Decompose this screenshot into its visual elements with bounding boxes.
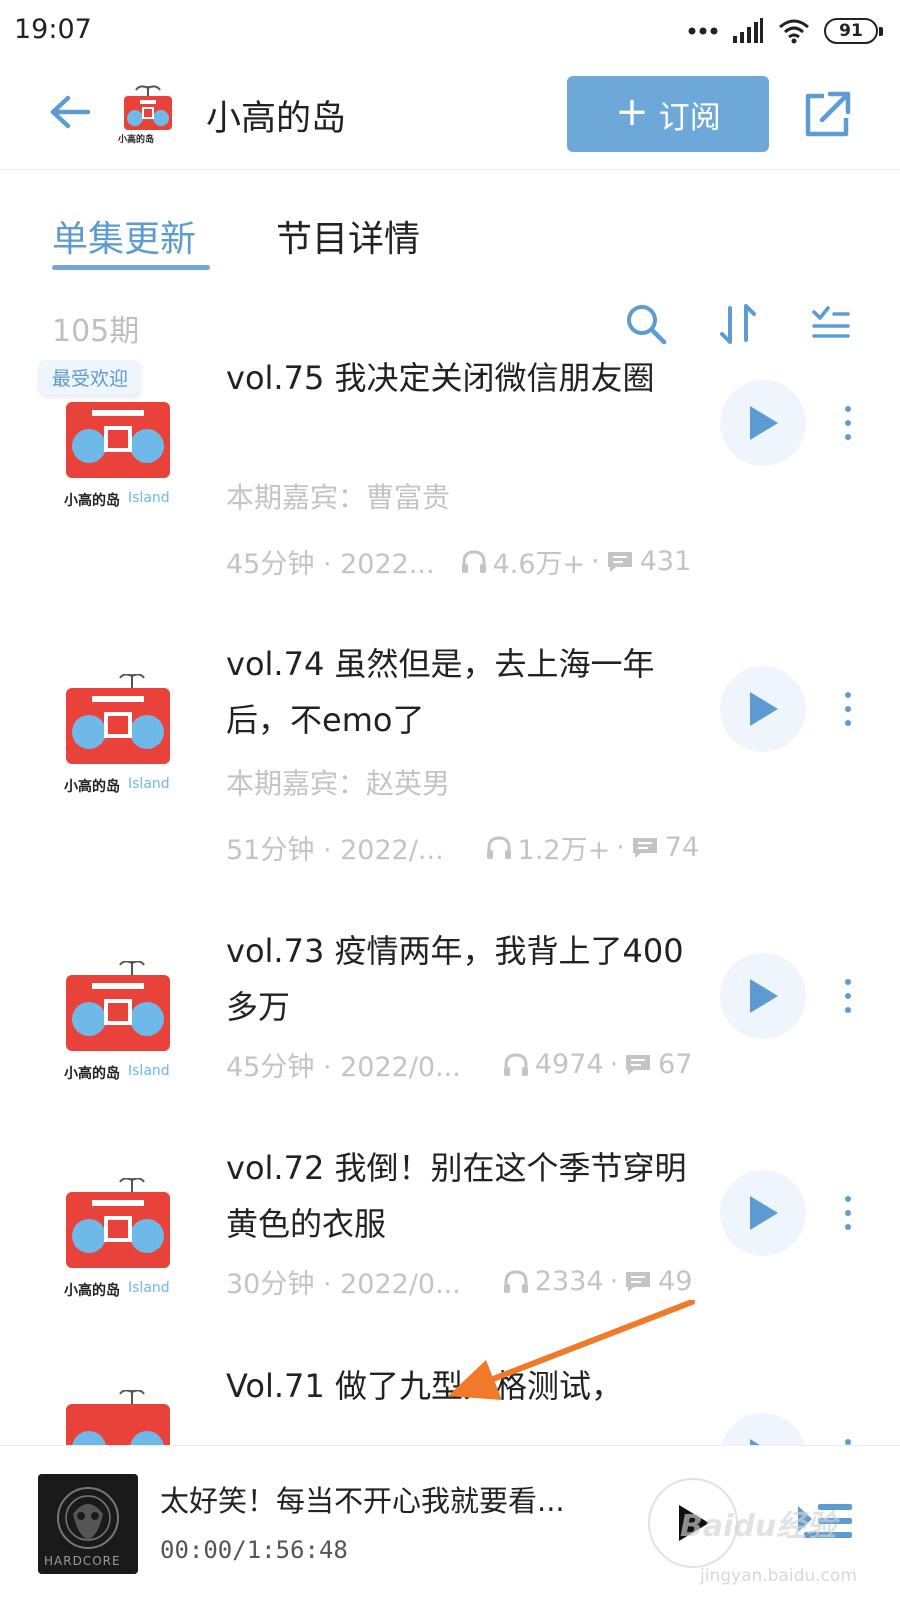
cover-text: HARDCORE: [44, 1554, 121, 1568]
podcast-logo: 小高的岛: [118, 82, 178, 145]
cover-logo-text: 小高的岛: [64, 493, 120, 509]
episode-duration-date: 51分钟 · 2022/...: [226, 835, 444, 866]
sort-icon[interactable]: [714, 300, 762, 348]
status-icons: 91: [688, 14, 883, 48]
episode-guest: 本期嘉宾：赵英男: [226, 767, 451, 800]
episode-guest: 本期嘉宾：曹富贵: [226, 481, 451, 514]
episode-plays: 4.6万+: [492, 549, 586, 580]
podcast-title: 小高的岛: [206, 99, 347, 139]
play-icon: [750, 406, 778, 440]
episode-list: 最受欢迎 小高的岛 Island vol.75 我决定关闭微信朋友圈 本期嘉宾：…: [0, 360, 900, 1445]
header: 小高的岛 小高的岛 + 订阅: [0, 62, 900, 170]
episode-meta: 45分钟 · 2022... 4.6万+ · 431: [226, 542, 691, 581]
cover-logo-text: 小高的岛: [64, 1066, 120, 1082]
more-options-button[interactable]: [836, 966, 860, 1026]
episode-duration-date: 45分钟 · 2022/0...: [226, 1052, 461, 1083]
watermark-sub: jingyan.baidu.com: [700, 1566, 857, 1586]
now-playing-cover: HARDCORE: [38, 1474, 138, 1574]
play-button[interactable]: [720, 666, 806, 752]
episode-title: vol.75 我决定关闭微信朋友圈: [226, 360, 655, 397]
play-button[interactable]: [720, 953, 806, 1039]
headphones-icon: [486, 835, 511, 859]
episode-cover: 小高的岛 Island: [62, 960, 174, 1091]
dots-icon: [688, 27, 718, 35]
status-time: 19:07: [14, 14, 92, 45]
cover-logo-text: 小高的岛: [64, 1283, 120, 1299]
now-playing-title: 太好笑！每当不开心我就要看...: [160, 1484, 565, 1518]
signal-icon: [733, 18, 763, 43]
episode-title: vol.73 疫情两年，我背上了400多万: [226, 932, 684, 1026]
play-button[interactable]: [720, 380, 806, 466]
episode-item[interactable]: 最受欢迎 小高的岛 Island vol.75 我决定关闭微信朋友圈 本期嘉宾：…: [0, 360, 900, 620]
episode-count: 105期: [52, 314, 140, 349]
episode-cover: 小高的岛 Island: [62, 1177, 174, 1308]
episode-comments: 67: [658, 1049, 693, 1080]
more-options-button[interactable]: [836, 1426, 860, 1445]
comment-icon: [632, 837, 657, 858]
cover-logo-island: Island: [128, 1063, 170, 1079]
battery-icon: 91: [824, 18, 883, 44]
episode-duration-date: 30分钟 · 2022/0...: [226, 1269, 461, 1300]
headphones-icon: [503, 1052, 528, 1076]
play-icon: [750, 692, 778, 726]
cover-logo-island: Island: [128, 776, 170, 792]
episode-meta: 30分钟 · 2022/0... 2334 · 49: [226, 1262, 693, 1301]
tab-bar: 单集更新 节目详情: [0, 170, 900, 280]
episode-plays: 1.2万+: [517, 835, 611, 866]
arrow-left-icon: [50, 95, 91, 129]
headphones-icon: [461, 549, 486, 573]
play-button[interactable]: [720, 1170, 806, 1256]
back-button[interactable]: [44, 86, 96, 138]
episode-duration-date: 45分钟 · 2022...: [226, 549, 435, 580]
more-options-button[interactable]: [836, 393, 860, 453]
comment-icon: [607, 551, 632, 572]
share-button[interactable]: [800, 86, 856, 142]
annotation-arrow: [448, 1300, 695, 1400]
play-icon: [750, 1439, 760, 1445]
episode-comments: 431: [639, 546, 692, 577]
tab-active-indicator: [52, 265, 210, 270]
episode-title: vol.74 虽然但是，去上海一年后，不emo了: [226, 645, 655, 739]
cover-logo-island: Island: [128, 490, 170, 506]
plus-icon: +: [615, 89, 649, 135]
episode-cover: [62, 1389, 174, 1445]
popular-badge: 最受欢迎: [40, 360, 141, 395]
list-toolbar: 105期: [0, 290, 900, 360]
episode-meta: 51分钟 · 2022/... 1.2万+ · 74: [226, 828, 699, 867]
play-icon: [750, 979, 778, 1013]
episode-plays: 4974: [534, 1049, 604, 1080]
subscribe-label: 订阅: [658, 99, 721, 136]
headphones-icon: [503, 1269, 528, 1293]
episode-cover: 小高的岛 Island: [62, 388, 174, 518]
episode-plays: 2334: [534, 1266, 604, 1297]
cover-logo-text: 小高的岛: [64, 779, 120, 795]
episode-cover: 小高的岛 Island: [62, 673, 174, 804]
watermark: Baidu经验: [680, 1509, 837, 1544]
episode-item[interactable]: 小高的岛 Island vol.74 虽然但是，去上海一年后，不emo了 本期嘉…: [0, 645, 900, 906]
comment-icon: [626, 1271, 651, 1292]
battery-level: 91: [839, 21, 863, 41]
more-options-button[interactable]: [836, 1183, 860, 1243]
episode-title: vol.72 我倒！别在这个季节穿明黄色的衣服: [226, 1149, 687, 1243]
now-playing-time: 00:00/1:56:48: [160, 1536, 348, 1564]
tab-episodes[interactable]: 单集更新: [52, 210, 196, 262]
episode-meta: 45分钟 · 2022/0... 4974 · 67: [226, 1045, 693, 1084]
cover-logo-island: Island: [128, 1280, 170, 1296]
share-icon: [805, 91, 851, 137]
play-button[interactable]: [720, 1413, 806, 1445]
comment-icon: [626, 1054, 651, 1075]
logo-text: 小高的岛: [118, 135, 155, 145]
tab-details[interactable]: 节目详情: [276, 210, 420, 262]
episode-item[interactable]: 小高的岛 Island vol.73 疫情两年，我背上了400多万 45分钟 ·…: [0, 932, 900, 1133]
status-bar: 19:07 91: [0, 0, 900, 62]
subscribe-button[interactable]: + 订阅: [567, 76, 769, 152]
play-icon: [750, 1196, 778, 1230]
episode-comments: 49: [658, 1266, 693, 1297]
more-options-button[interactable]: [836, 679, 860, 739]
mini-player[interactable]: HARDCORE 太好笑！每当不开心我就要看... 00:00/1:56:48 …: [0, 1445, 900, 1600]
episode-comments: 74: [664, 832, 700, 863]
filter-list-icon[interactable]: [806, 300, 854, 348]
wifi-icon: [779, 19, 809, 44]
search-icon[interactable]: [622, 300, 670, 348]
